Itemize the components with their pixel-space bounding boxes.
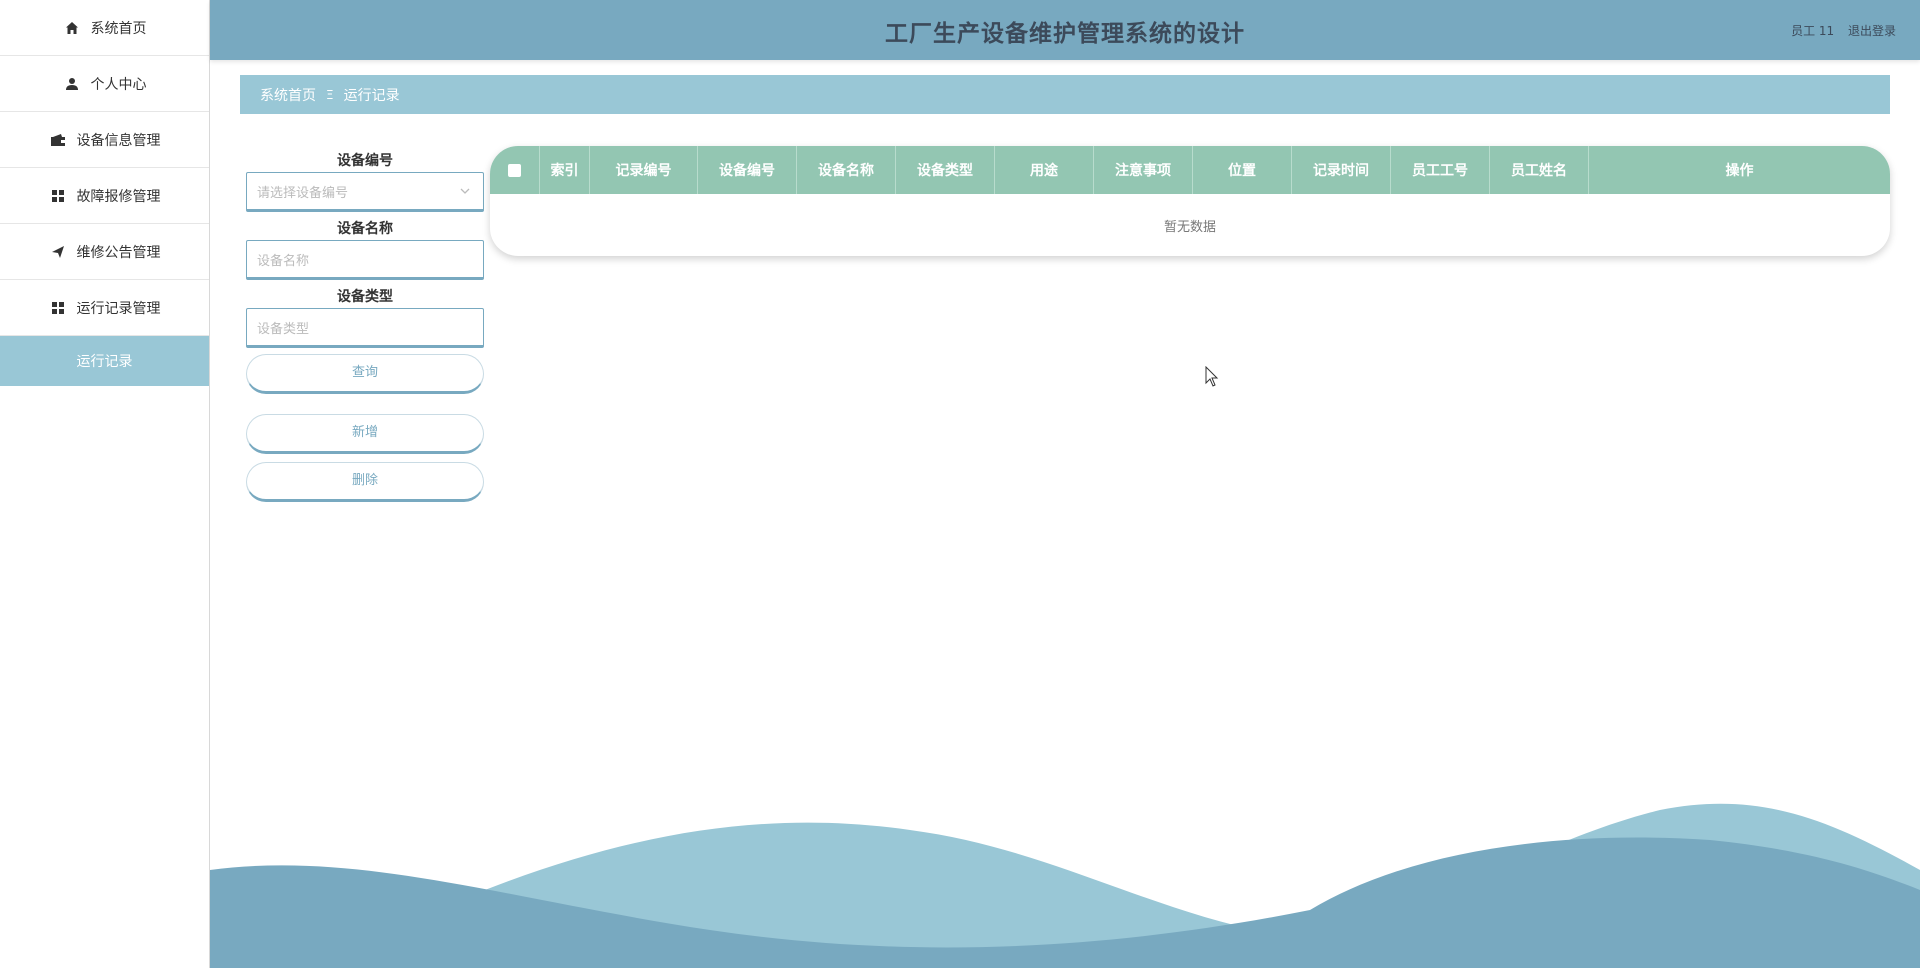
sidebar-item-label: 个人中心 [90,76,147,93]
column-header: 注意事项 [1094,146,1193,194]
device-name-label: 设备名称 [337,221,393,237]
sidebar-item-label: 设备信息管理 [76,132,161,149]
sidebar-item-fault-repair[interactable]: 故障报修管理 [0,168,209,224]
device-type-input[interactable]: 设备类型 [246,308,484,348]
wave-decoration [210,803,1920,968]
column-header: 员工姓名 [1490,146,1589,194]
sidebar-item-label: 故障报修管理 [76,188,161,205]
add-button[interactable]: 新增 [246,414,484,454]
sidebar-item-home[interactable]: 系统首页 [0,0,209,56]
device-no-placeholder: 请选择设备编号 [257,185,349,201]
current-user: 员工 11 [1791,24,1835,38]
column-header: 设备名称 [797,146,896,194]
grid-icon [49,187,67,205]
delete-button[interactable]: 删除 [246,462,484,502]
column-header: 设备编号 [698,146,797,194]
records-table: 索引 记录编号 设备编号 设备名称 设备类型 用途 注意事项 位置 记录时间 员… [490,146,1890,256]
user-icon [63,75,81,93]
sidebar-item-repair-notice[interactable]: 维修公告管理 [0,224,209,280]
device-name-input[interactable]: 设备名称 [246,240,484,280]
sidebar-item-label: 维修公告管理 [76,244,161,261]
sidebar-item-profile[interactable]: 个人中心 [0,56,209,112]
column-header: 操作 [1725,163,1754,179]
top-header: 工厂生产设备维护管理系统的设计 员工 11 退出登录 [210,0,1920,60]
column-header: 用途 [995,146,1094,194]
grid-icon [49,299,67,317]
send-icon [49,243,67,261]
query-button[interactable]: 查询 [246,354,484,394]
search-panel: 设备编号 请选择设备编号 设备名称 设备名称 设备类型 设备类型 查询 新增 删… [246,150,484,502]
chevron-down-icon [459,185,471,200]
column-header: 员工工号 [1391,146,1490,194]
column-header: 记录编号 [590,146,698,194]
home-icon [63,19,81,37]
breadcrumb-separator: Ξ [326,87,334,102]
sidebar-item-device-info[interactable]: 设备信息管理 [0,112,209,168]
device-no-select[interactable]: 请选择设备编号 [246,172,484,212]
breadcrumb-current: 运行记录 [343,87,400,104]
logout-link[interactable]: 退出登录 [1848,24,1896,38]
device-type-placeholder: 设备类型 [257,321,310,337]
sidebar-item-label: 运行记录管理 [76,300,161,317]
breadcrumb-home[interactable]: 系统首页 [260,85,316,105]
select-all-checkbox[interactable] [490,146,540,194]
empty-state: 暂无数据 [1163,219,1216,235]
mouse-cursor-icon [1205,366,1219,387]
sidebar-item-label: 运行记录 [76,354,133,370]
column-header: 索引 [540,146,590,194]
table-header: 索引 记录编号 设备编号 设备名称 设备类型 用途 注意事项 位置 记录时间 员… [490,146,1890,194]
column-header: 记录时间 [1292,146,1391,194]
breadcrumb: 系统首页 Ξ 运行记录 [240,75,1890,114]
user-area: 员工 11 退出登录 [1781,22,1896,39]
sidebar: 系统首页 个人中心 设备信息管理 故障报修管理 维修公告管理 运行记录管理 运行… [0,0,210,968]
device-type-label: 设备类型 [337,289,393,305]
device-no-label: 设备编号 [337,153,393,169]
column-header: 设备类型 [896,146,995,194]
sidebar-item-run-record[interactable]: 运行记录 [0,336,209,386]
sidebar-item-run-record-mgmt[interactable]: 运行记录管理 [0,280,209,336]
app-title: 工厂生产设备维护管理系统的设计 [885,21,1245,47]
wallet-icon [49,131,67,149]
column-header: 位置 [1193,146,1292,194]
sidebar-item-label: 系统首页 [90,20,147,37]
device-name-placeholder: 设备名称 [257,253,310,269]
